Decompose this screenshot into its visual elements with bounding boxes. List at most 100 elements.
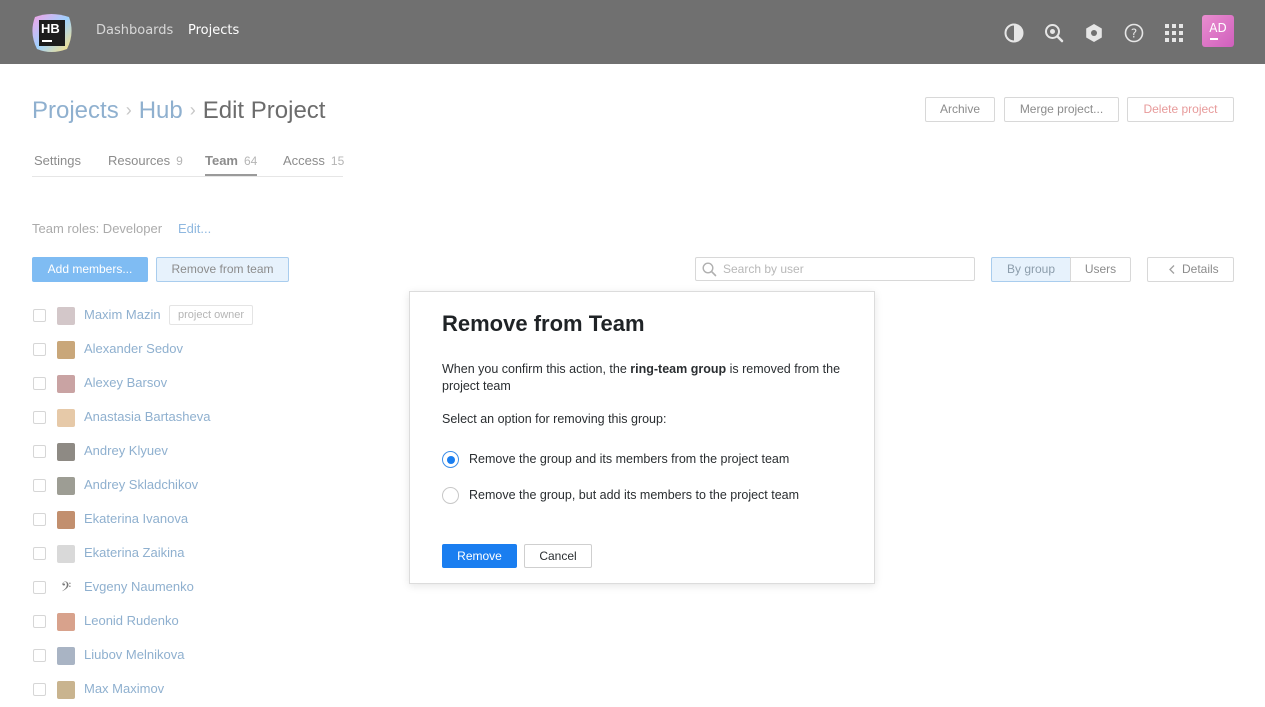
tab-count: 64: [244, 154, 258, 168]
breadcrumb-hub[interactable]: Hub: [139, 97, 183, 124]
member-name[interactable]: Alexey Barsov: [84, 375, 167, 390]
settings-icon[interactable]: [1084, 23, 1104, 43]
team-roles-label: Team roles: Developer: [32, 221, 163, 236]
member-avatar: [57, 681, 75, 699]
nav-dashboards[interactable]: Dashboards: [96, 23, 173, 38]
project-tabs: Settings Resources 9 Team 64 Access 15: [32, 152, 344, 177]
member-name[interactable]: Andrey Klyuev: [84, 443, 168, 458]
tab-access[interactable]: Access 15: [283, 153, 344, 168]
option-label: Remove the group, but add its members to…: [469, 488, 800, 502]
member-checkbox[interactable]: [33, 683, 46, 696]
remove-from-team-button[interactable]: Remove from team: [156, 257, 289, 282]
option-label: Remove the group and its members from th…: [469, 452, 790, 466]
archive-button[interactable]: Archive: [925, 97, 995, 122]
member-checkbox[interactable]: [33, 377, 46, 390]
details-label: Details: [1182, 262, 1219, 276]
list-item: Ekaterina Ivanova: [32, 503, 392, 537]
list-item: Andrey Skladchikov: [32, 469, 392, 503]
user-avatar[interactable]: AD: [1202, 15, 1234, 47]
member-avatar: [57, 443, 75, 461]
remove-from-team-dialog: Remove from Team When you confirm this a…: [409, 291, 875, 584]
view-users-toggle[interactable]: Users: [1070, 257, 1131, 282]
team-roles: Team roles: Developer Edit...: [32, 221, 211, 236]
list-item: Max Maximov: [32, 673, 392, 707]
tab-count: 9: [176, 154, 183, 168]
member-name[interactable]: Ekaterina Zaikina: [84, 545, 184, 560]
member-checkbox[interactable]: [33, 547, 46, 560]
hub-logo[interactable]: HB: [31, 13, 73, 53]
tab-label: Settings: [34, 153, 81, 168]
nav-projects[interactable]: Projects: [188, 23, 239, 38]
breadcrumb: Projects › Hub › Edit Project: [32, 97, 325, 125]
member-checkbox[interactable]: [33, 649, 46, 662]
tab-resources[interactable]: Resources 9: [108, 153, 183, 168]
member-name[interactable]: Maxim Mazin: [84, 307, 161, 322]
list-item: Alexander Sedov: [32, 333, 392, 367]
radio-button-selected[interactable]: [442, 451, 459, 468]
member-checkbox[interactable]: [33, 343, 46, 356]
member-avatar: [57, 341, 75, 359]
bass-clef-avatar: 𝄢: [57, 579, 75, 598]
tab-count: 15: [330, 154, 345, 168]
member-name[interactable]: Max Maximov: [84, 681, 164, 696]
svg-text:?: ?: [1131, 27, 1137, 41]
apps-grid-icon[interactable]: [1164, 23, 1184, 43]
member-checkbox[interactable]: [33, 445, 46, 458]
list-item: Ekaterina Zaikina: [32, 537, 392, 571]
list-item: Leonid Rudenko: [32, 605, 392, 639]
message-text: When you confirm this action, the: [442, 362, 631, 376]
avatar-initials: AD: [1209, 21, 1227, 35]
search-by-user[interactable]: [695, 257, 975, 281]
tab-settings[interactable]: Settings: [34, 153, 81, 168]
help-icon[interactable]: ?: [1124, 23, 1144, 43]
logo-text: HB: [41, 21, 60, 36]
tab-team[interactable]: Team 64: [205, 153, 258, 176]
breadcrumb-separator: ›: [189, 100, 196, 120]
member-checkbox[interactable]: [33, 411, 46, 424]
dialog-title: Remove from Team: [442, 311, 645, 336]
search-icon[interactable]: [1044, 23, 1064, 43]
member-name[interactable]: Ekaterina Ivanova: [84, 511, 188, 526]
list-item: Andrey Klyuev: [32, 435, 392, 469]
edit-roles-link[interactable]: Edit...: [178, 221, 211, 236]
member-list: Maxim Mazin project owner Alexander Sedo…: [32, 299, 392, 707]
dialog-message: When you confirm this action, the ring-t…: [442, 361, 852, 395]
chevron-left-icon: [1169, 265, 1175, 274]
list-item: Anastasia Bartasheva: [32, 401, 392, 435]
radio-button[interactable]: [442, 487, 459, 504]
merge-project-button[interactable]: Merge project...: [1004, 97, 1119, 122]
contrast-icon[interactable]: [1004, 23, 1024, 43]
member-name[interactable]: Andrey Skladchikov: [84, 477, 198, 492]
member-name[interactable]: Liubov Melnikova: [84, 647, 184, 662]
member-name[interactable]: Anastasia Bartasheva: [84, 409, 210, 424]
member-checkbox[interactable]: [33, 309, 46, 322]
add-members-button[interactable]: Add members...: [32, 257, 148, 282]
details-button[interactable]: Details: [1147, 257, 1234, 282]
remove-button[interactable]: Remove: [442, 544, 517, 568]
list-item: Alexey Barsov: [32, 367, 392, 401]
member-avatar: [57, 511, 75, 529]
breadcrumb-projects[interactable]: Projects: [32, 97, 119, 124]
member-checkbox[interactable]: [33, 479, 46, 492]
member-avatar: [57, 613, 75, 631]
top-header: HB Dashboards Projects ? AD: [0, 0, 1265, 64]
search-input[interactable]: [723, 260, 963, 278]
list-item: Liubov Melnikova: [32, 639, 392, 673]
member-name[interactable]: Alexander Sedov: [84, 341, 183, 356]
view-by-group-toggle[interactable]: By group: [991, 257, 1071, 282]
delete-project-button[interactable]: Delete project: [1127, 97, 1234, 122]
member-name[interactable]: Evgeny Naumenko: [84, 579, 194, 594]
cancel-button[interactable]: Cancel: [524, 544, 592, 568]
member-checkbox[interactable]: [33, 581, 46, 594]
member-avatar: [57, 477, 75, 495]
option-prompt: Select an option for removing this group…: [442, 412, 667, 426]
svg-text:𝄢: 𝄢: [61, 579, 71, 597]
member-avatar: [57, 409, 75, 427]
member-name[interactable]: Leonid Rudenko: [84, 613, 179, 628]
member-checkbox[interactable]: [33, 615, 46, 628]
search-icon: [702, 262, 717, 277]
member-checkbox[interactable]: [33, 513, 46, 526]
tab-label: Team: [205, 153, 238, 168]
page-title: Edit Project: [202, 97, 326, 124]
breadcrumb-separator: ›: [125, 100, 132, 120]
